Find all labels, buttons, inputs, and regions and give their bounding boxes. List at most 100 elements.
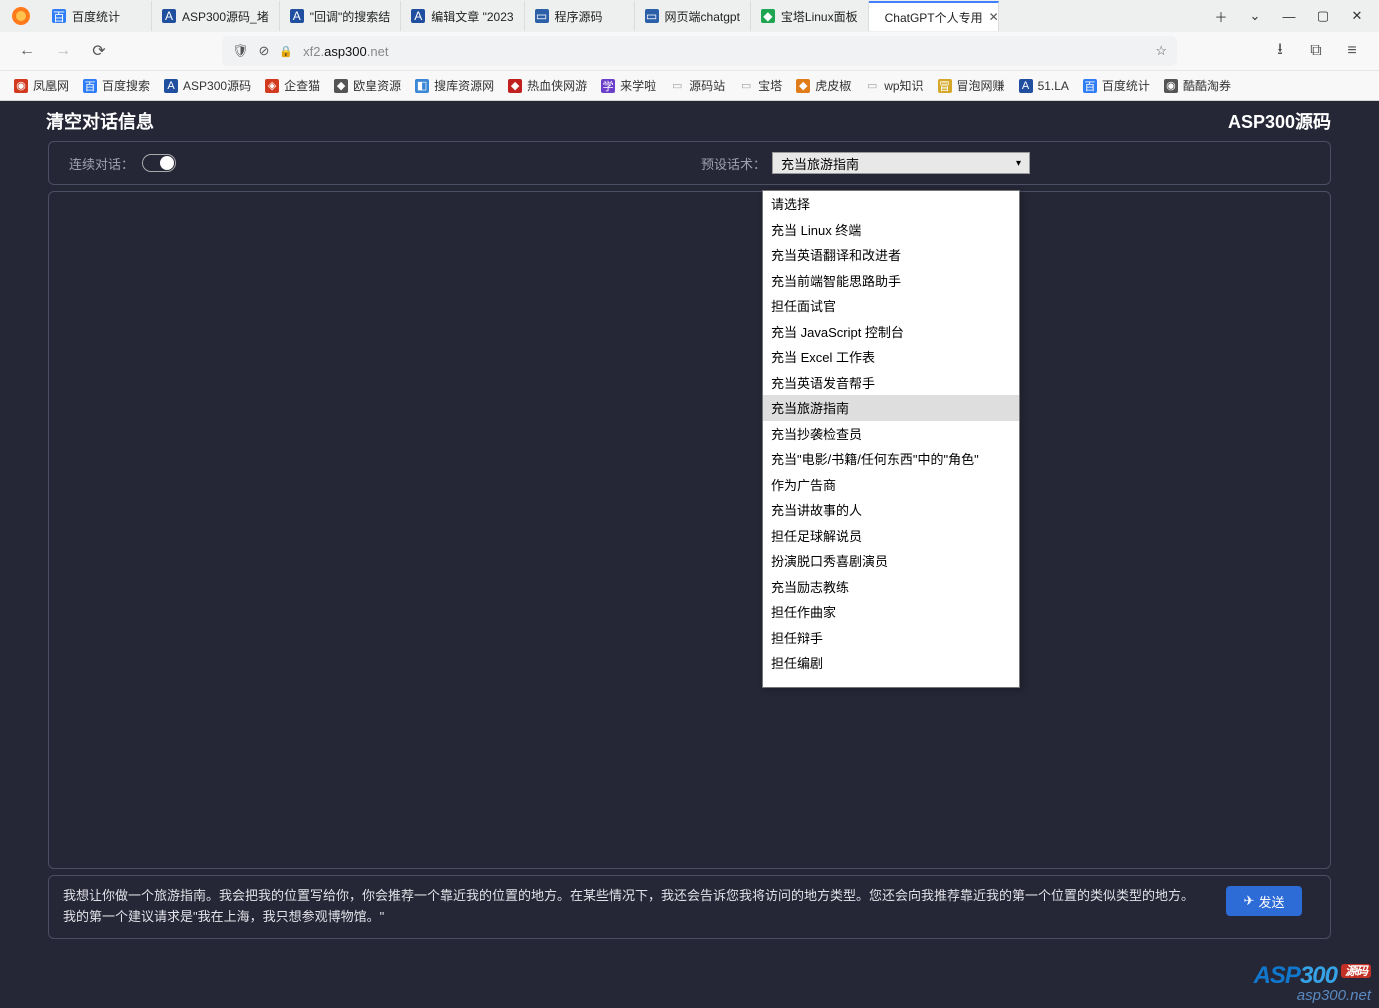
tab-label: 宝塔Linux面板 <box>781 8 858 25</box>
tab-favicon: ◆ <box>761 9 775 23</box>
preset-option[interactable]: 请选择 <box>763 191 1019 217</box>
folder-icon: ▭ <box>739 79 753 93</box>
preset-option[interactable]: 充当讲故事的人 <box>763 497 1019 523</box>
reload-icon[interactable]: ⟳ <box>86 38 112 64</box>
bookmark-label: 百度搜索 <box>102 77 150 94</box>
menu-icon[interactable]: ≡ <box>1339 38 1365 64</box>
browser-tab[interactable]: A"回调"的搜索结 <box>280 1 402 31</box>
continuous-chat-toggle[interactable] <box>142 154 176 172</box>
folder-icon: ▭ <box>670 79 684 93</box>
preset-option[interactable]: 充当抄袭检查员 <box>763 421 1019 447</box>
continuous-chat-label: 连续对话： <box>69 154 134 173</box>
bookmark-star-icon[interactable]: ☆ <box>1155 43 1167 59</box>
folder-icon: ▭ <box>865 79 879 93</box>
bookmark-favicon: ◆ <box>334 79 348 93</box>
bookmark-label: 源码站 <box>689 77 725 94</box>
preset-option[interactable]: 充当 Linux 终端 <box>763 217 1019 243</box>
nav-back-icon[interactable]: ← <box>14 38 40 64</box>
preset-option[interactable]: 担任编剧 <box>763 650 1019 676</box>
bookmark-label: 搜库资源网 <box>434 77 494 94</box>
bookmark-item[interactable]: 学来学啦 <box>601 77 656 94</box>
preset-option[interactable]: 充当励志教练 <box>763 574 1019 600</box>
bookmark-item[interactable]: ▭ 源码站 <box>670 77 725 94</box>
preset-option[interactable]: 扮演脱口秀喜剧演员 <box>763 548 1019 574</box>
bookmark-label: 欧皇资源 <box>353 77 401 94</box>
bookmark-item[interactable]: ◈企查猫 <box>265 77 320 94</box>
bookmark-item[interactable]: ◆ 欧皇资源 <box>334 77 401 94</box>
send-button[interactable]: ✈ 发送 <box>1226 886 1302 916</box>
bookmark-favicon: ◆ <box>796 79 810 93</box>
preset-option[interactable]: 充当英语翻译和改进者 <box>763 242 1019 268</box>
firefox-icon[interactable] <box>8 3 34 29</box>
tab-favicon: 百 <box>52 9 66 23</box>
app-root: 清空对话信息 ASP300源码 连续对话： 预设话术： 充当旅游指南 ▾ 我想让… <box>0 101 1379 1008</box>
chevron-down-icon: ▾ <box>1016 158 1021 169</box>
bookmark-item[interactable]: AASP300源码 <box>164 77 251 94</box>
bookmark-item[interactable]: 百百度统计 <box>1083 77 1150 94</box>
browser-tab[interactable]: ChatGPT个人专用✕ <box>869 1 999 31</box>
tab-favicon: ▭ <box>535 9 549 23</box>
preset-option[interactable]: 作为广告商 <box>763 472 1019 498</box>
preset-option[interactable]: 充当 JavaScript 控制台 <box>763 319 1019 345</box>
bookmark-favicon: ◉ <box>1164 79 1178 93</box>
prompt-input[interactable]: 我想让你做一个旅游指南。我会把我的位置写给你，你会推荐一个靠近我的位置的地方。在… <box>63 886 1316 928</box>
bookmark-item[interactable]: ◆虎皮椒 <box>796 77 851 94</box>
bookmark-favicon: A <box>1019 79 1033 93</box>
clear-conversation-button[interactable]: 清空对话信息 <box>0 108 154 134</box>
watermark: ASP300源码 asp300.net <box>1254 964 1371 1003</box>
nav-forward-icon[interactable]: → <box>50 38 76 64</box>
bookmark-item[interactable]: ◉酷酷淘券 <box>1164 77 1231 94</box>
lock-icon[interactable]: 🔒 <box>279 45 293 58</box>
tab-label: 编辑文章 "2023 <box>431 8 513 25</box>
bookmark-item[interactable]: ◧搜库资源网 <box>415 77 494 94</box>
browser-tab[interactable]: ▭网页端chatgpt <box>635 1 751 31</box>
browser-tab[interactable]: ◆ 宝塔Linux面板 <box>751 1 869 31</box>
bookmark-item[interactable]: ◉凤凰网 <box>14 77 69 94</box>
tab-label: 程序源码 <box>555 8 603 25</box>
browser-tab[interactable]: ▭ 程序源码 <box>525 1 635 31</box>
bookmark-label: 51.LA <box>1038 79 1069 93</box>
window-close-icon[interactable]: ✕ <box>1349 8 1365 24</box>
bookmark-item[interactable]: 百百度搜索 <box>83 77 150 94</box>
preset-option[interactable]: 充当前端智能思路助手 <box>763 268 1019 294</box>
preset-select[interactable]: 充当旅游指南 ▾ <box>772 152 1030 174</box>
preset-option[interactable]: 担任足球解说员 <box>763 523 1019 549</box>
bookmark-favicon: A <box>164 79 178 93</box>
tabs-dropdown-icon[interactable]: ⌄ <box>1247 8 1263 24</box>
window-minimize-icon[interactable]: — <box>1281 8 1297 24</box>
preset-option[interactable]: 充当旅游指南 <box>763 395 1019 421</box>
bookmark-item[interactable]: ◆热血侠网游 <box>508 77 587 94</box>
brand-title: ASP300源码 <box>1228 108 1379 134</box>
permissions-icon[interactable]: ⊘ <box>259 43 270 59</box>
bookmark-item[interactable]: 冒冒泡网赚 <box>938 77 1005 94</box>
bookmark-label: wp知识 <box>884 77 923 94</box>
preset-option[interactable]: 担任作曲家 <box>763 599 1019 625</box>
bookmark-favicon: 冒 <box>938 79 952 93</box>
preset-option[interactable]: 充当 Excel 工作表 <box>763 344 1019 370</box>
browser-tab[interactable]: A 编辑文章 "2023 <box>401 1 524 31</box>
browser-tab[interactable]: 百百度统计 <box>42 1 152 31</box>
bookmark-label: 凤凰网 <box>33 77 69 94</box>
tab-close-icon[interactable]: ✕ <box>989 10 999 24</box>
preset-label: 预设话术： <box>701 154 766 173</box>
browser-tab[interactable]: AASP300源码_堵 <box>152 1 280 31</box>
bookmark-label: 热血侠网游 <box>527 77 587 94</box>
bookmark-item[interactable]: A 51.LA <box>1019 79 1069 93</box>
window-maximize-icon[interactable]: ▢ <box>1315 8 1331 24</box>
preset-option[interactable]: 担任面试官 <box>763 293 1019 319</box>
preset-option[interactable]: 担任辩手 <box>763 625 1019 651</box>
shield-icon[interactable]: 🛡 <box>232 43 249 59</box>
preset-option[interactable]: 充当英语发音帮手 <box>763 370 1019 396</box>
bookmark-item[interactable]: ▭宝塔 <box>739 77 782 94</box>
preset-dropdown[interactable]: 请选择充当 Linux 终端充当英语翻译和改进者充当前端智能思路助手担任面试官充… <box>762 190 1020 688</box>
downloads-icon[interactable]: ⭳ <box>1267 38 1293 64</box>
preset-option[interactable]: 充当"电影/书籍/任何东西"中的"角色" <box>763 446 1019 472</box>
extensions-icon[interactable]: ⧉ <box>1303 38 1329 64</box>
bookmark-favicon: ◈ <box>265 79 279 93</box>
new-tab-button[interactable]: ＋ <box>1213 8 1229 24</box>
tab-favicon: A <box>411 9 425 23</box>
controls-panel: 连续对话： 预设话术： 充当旅游指南 ▾ <box>48 141 1331 185</box>
bookmark-item[interactable]: ▭ wp知识 <box>865 77 923 94</box>
tab-label: 网页端chatgpt <box>665 8 740 25</box>
address-bar[interactable]: 🛡 ⊘ 🔒 xf2.asp300.net ☆ <box>222 36 1177 66</box>
